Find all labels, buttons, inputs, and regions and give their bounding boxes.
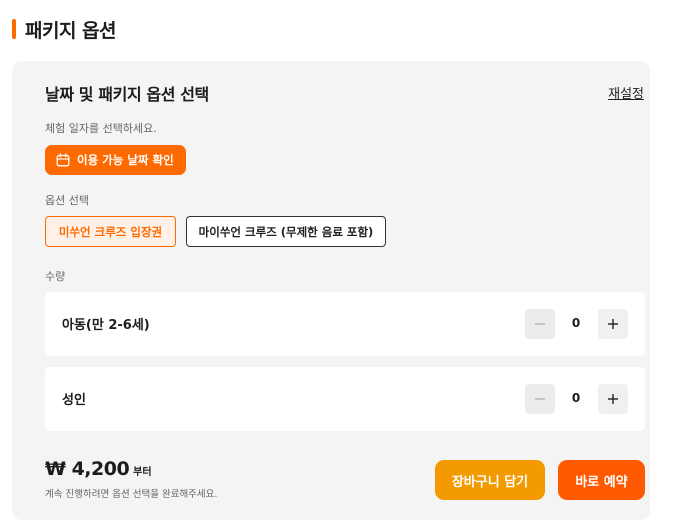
quantity-value: 0 xyxy=(571,391,581,405)
section-header: 패키지 옵션 xyxy=(12,17,117,42)
minus-icon xyxy=(535,398,545,400)
accent-bar xyxy=(12,19,16,39)
quantity-value: 0 xyxy=(571,316,581,330)
quantity-name: 아동(만 2-6세) xyxy=(62,318,150,333)
option-cruise-ticket[interactable]: 미쑤언 크루즈 입장권 xyxy=(45,216,176,247)
plus-icon xyxy=(608,319,618,329)
options-label: 옵션 선택 xyxy=(45,194,89,207)
card-title: 날짜 및 패키지 옵션 선택 xyxy=(45,85,209,104)
book-now-button[interactable]: 바로 예약 xyxy=(558,460,645,500)
package-options-card: 날짜 및 패키지 옵션 선택 재설정 체험 일자를 선택하세요. 이용 가능 날… xyxy=(12,61,650,520)
add-to-cart-button[interactable]: 장바구니 담기 xyxy=(435,460,545,500)
option-cruise-unlimited-drinks[interactable]: 마이쑤언 크루즈 (무제한 음료 포함) xyxy=(186,216,386,247)
quantity-row-child: 아동(만 2-6세) 0 xyxy=(45,292,645,356)
quantity-label: 수량 xyxy=(45,270,66,283)
option-label: 마이쑤언 크루즈 (무제한 음료 포함) xyxy=(198,224,374,239)
calendar-icon xyxy=(56,153,70,167)
quantity-row-adult: 성인 0 xyxy=(45,367,645,431)
option-label: 미쑤언 크루즈 입장권 xyxy=(58,224,163,239)
section-title: 패키지 옵션 xyxy=(25,19,117,42)
check-dates-button[interactable]: 이용 가능 날짜 확인 xyxy=(45,145,186,175)
date-hint: 체험 일자를 선택하세요. xyxy=(45,122,157,135)
decrement-button[interactable] xyxy=(525,309,555,339)
increment-button[interactable] xyxy=(598,384,628,414)
quantity-name: 성인 xyxy=(62,393,86,408)
check-dates-label: 이용 가능 날짜 확인 xyxy=(77,153,174,167)
decrement-button[interactable] xyxy=(525,384,555,414)
price-suffix: 부터 xyxy=(133,467,152,478)
minus-icon xyxy=(535,323,545,325)
increment-button[interactable] xyxy=(598,309,628,339)
plus-icon xyxy=(608,394,618,404)
price-amount: ₩ 4,200 xyxy=(45,458,130,480)
price-note: 계속 진행하려면 옵션 선택을 완료해주세요. xyxy=(45,489,218,500)
price: ₩ 4,200 부터 xyxy=(45,458,152,480)
reset-link[interactable]: 재설정 xyxy=(608,83,644,102)
